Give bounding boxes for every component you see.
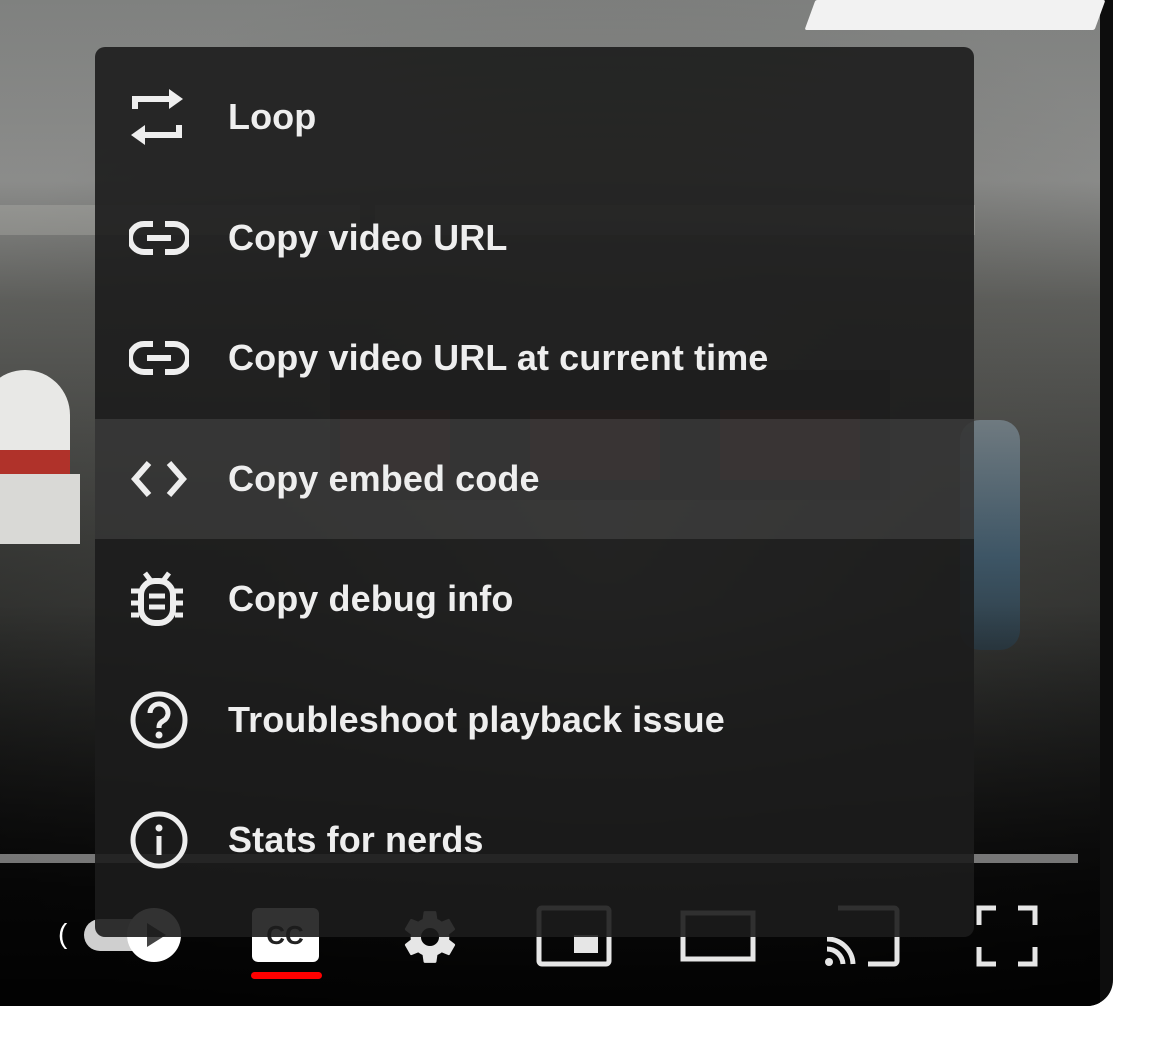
menu-item-copy-embed-code[interactable]: Copy embed code — [95, 418, 974, 539]
menu-item-label: Copy video URL — [228, 216, 508, 258]
fullscreen-button[interactable] — [975, 904, 1039, 968]
menu-item-copy-video-url[interactable]: Copy video URL — [95, 178, 974, 299]
menu-item-copy-video-url-at-time[interactable]: Copy video URL at current time — [95, 298, 974, 419]
menu-item-label: Copy embed code — [228, 457, 540, 499]
menu-item-stats-for-nerds[interactable]: Stats for nerds — [95, 780, 974, 901]
subtitles-active-indicator — [251, 972, 322, 979]
menu-item-copy-debug-info[interactable]: Copy debug info — [95, 539, 974, 660]
fullscreen-icon — [976, 905, 1038, 967]
menu-item-troubleshoot[interactable]: Troubleshoot playback issue — [95, 660, 974, 781]
menu-item-label: Copy video URL at current time — [228, 337, 769, 379]
code-icon — [129, 446, 195, 512]
menu-item-label: Loop — [228, 96, 317, 138]
player-context-menu: Loop Copy video URL Copy video URL at cu… — [95, 47, 974, 937]
bug-icon — [129, 566, 195, 632]
loop-icon — [129, 84, 195, 150]
menu-item-label: Stats for nerds — [228, 819, 484, 861]
time-display: ( — [58, 918, 68, 949]
video-player[interactable]: ( CC — [0, 0, 1113, 1006]
help-icon — [129, 687, 195, 753]
menu-item-label: Troubleshoot playback issue — [228, 698, 725, 740]
info-icon — [129, 807, 195, 873]
menu-item-loop[interactable]: Loop — [95, 57, 974, 178]
link-icon — [129, 325, 195, 391]
link-icon — [129, 205, 195, 271]
menu-item-label: Copy debug info — [228, 578, 514, 620]
